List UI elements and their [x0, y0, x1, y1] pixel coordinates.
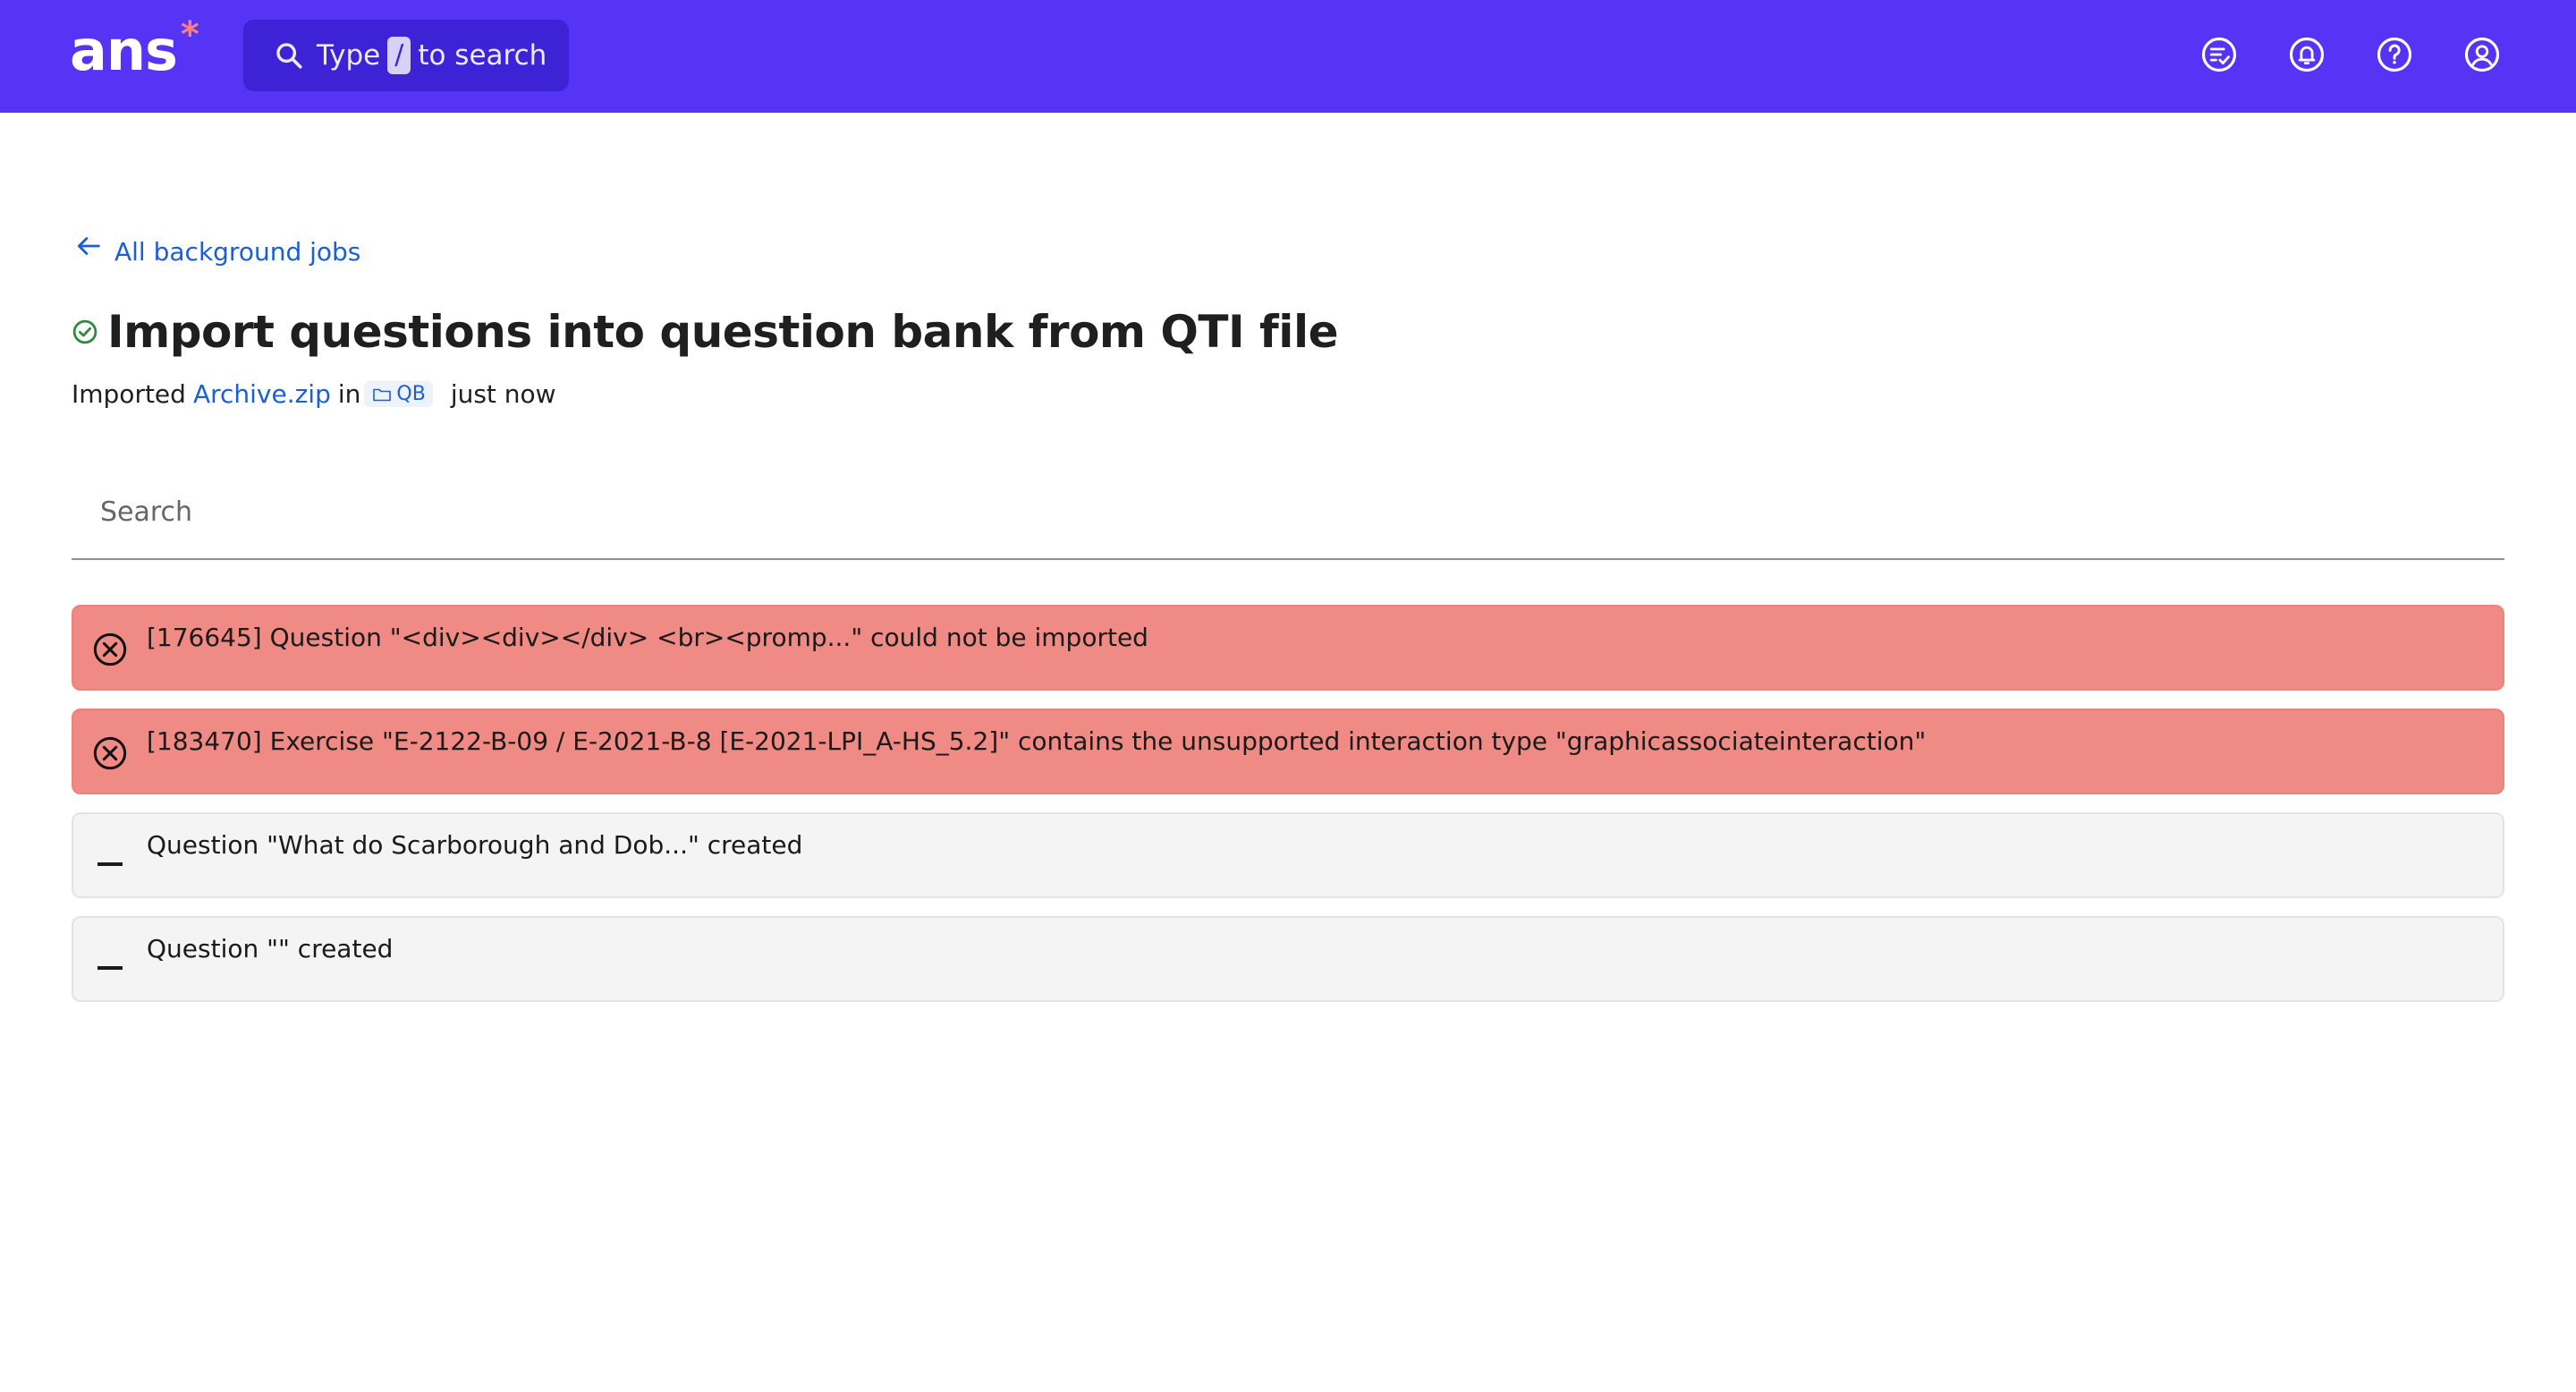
logo-mark: *: [180, 14, 199, 55]
job-header: Import questions into question bank from…: [72, 306, 1339, 358]
help-icon: [2377, 37, 2412, 72]
search-shortcut-key: /: [387, 37, 411, 74]
folder-icon: [373, 388, 392, 401]
list-item: Question "What do Scarborough and Dob...…: [72, 812, 2504, 898]
folder-name: QB: [396, 383, 426, 405]
global-search-button[interactable]: Type / to search: [243, 20, 569, 91]
help-button[interactable]: [2376, 36, 2413, 73]
search-prefix: Type: [317, 39, 381, 72]
arrow-left-icon: [77, 237, 100, 255]
tasks-button[interactable]: [2200, 36, 2238, 73]
icon-cell: [73, 710, 147, 771]
back-link-label: All background jobs: [114, 236, 361, 267]
results-search-input[interactable]: [72, 471, 2535, 553]
page-title: Import questions into question bank from…: [107, 306, 1339, 358]
folder-chip[interactable]: QB: [364, 381, 433, 407]
search-icon: [276, 43, 302, 69]
notifications-button[interactable]: [2288, 36, 2326, 73]
result-message: Question "What do Scarborough and Dob...…: [147, 830, 803, 860]
dash-icon: [97, 862, 123, 866]
job-details: Imported Archive.zip in QB just now: [72, 379, 556, 409]
error-circle-icon: [93, 736, 127, 770]
app-logo[interactable]: ans *: [70, 14, 199, 83]
tasks-icon: [2201, 37, 2237, 72]
imported-label: Imported: [72, 379, 186, 409]
header-actions: [2200, 36, 2501, 73]
account-icon: [2464, 37, 2500, 72]
search-suffix: to search: [418, 39, 547, 72]
icon-cell: [73, 814, 147, 866]
back-to-jobs-link[interactable]: All background jobs: [73, 236, 360, 267]
success-check-icon: [72, 319, 97, 344]
result-message: Question "" created: [147, 934, 394, 963]
job-time: just now: [450, 379, 556, 409]
results-search: [72, 471, 2535, 560]
logo-text: ans: [70, 18, 178, 83]
notifications-icon: [2289, 37, 2325, 72]
icon-cell: [73, 918, 147, 970]
top-navigation-bar: ans * Type / to search: [0, 0, 2576, 113]
dash-icon: [97, 966, 123, 970]
file-link[interactable]: Archive.zip: [193, 379, 331, 409]
list-item: [183470] Exercise "E-2122-B-09 / E-2021-…: [72, 709, 2504, 794]
account-button[interactable]: [2463, 36, 2501, 73]
error-circle-icon: [93, 632, 127, 666]
list-item: Question "" created: [72, 916, 2504, 1002]
results-list: [176645] Question "<div><div></div> <br>…: [72, 605, 2504, 1020]
icon-cell: [73, 607, 147, 667]
in-label: in: [337, 379, 361, 409]
list-item: [176645] Question "<div><div></div> <br>…: [72, 605, 2504, 691]
result-message: [183470] Exercise "E-2122-B-09 / E-2021-…: [147, 726, 1927, 756]
result-message: [176645] Question "<div><div></div> <br>…: [147, 623, 1148, 652]
